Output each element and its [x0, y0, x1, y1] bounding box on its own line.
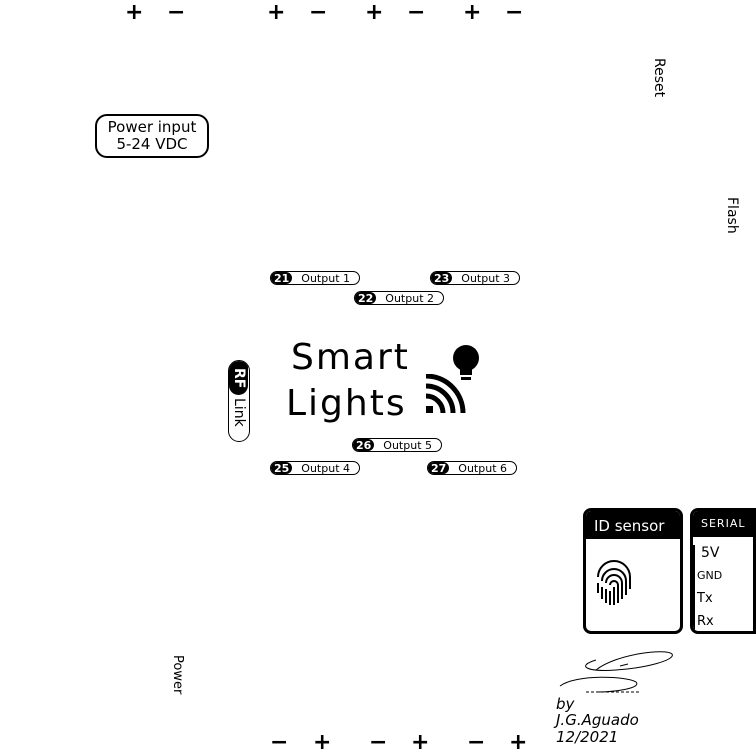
serial-pin-line: [693, 545, 695, 631]
logo-smart: Smart: [291, 337, 410, 378]
credit-date: 12/2021: [556, 728, 619, 746]
terminal-plus: +: [125, 0, 144, 25]
link-label: Link: [231, 398, 247, 427]
output-1-label: Output 1: [301, 272, 351, 285]
fingerprint-icon: [597, 560, 631, 605]
terminal-minus: −: [270, 730, 289, 755]
terminal-plus: +: [509, 730, 528, 755]
output-3-pin: 23: [431, 272, 453, 284]
serial-pin-tx: Tx: [697, 591, 713, 606]
serial-box: SERIAL 5V GND Tx Rx: [690, 508, 756, 634]
rf-link-pill: RF Link: [228, 360, 250, 442]
reset-label: Reset: [651, 58, 667, 98]
output-6-pin: 27: [428, 462, 450, 474]
terminal-plus: +: [365, 0, 384, 25]
output-3-label: Output 3: [461, 272, 511, 285]
power-input-voltage: 5-24 VDC: [116, 135, 188, 153]
serial-pin-5v: 5V: [701, 545, 720, 561]
logo-lights: Lights: [286, 383, 407, 424]
output-2-pill: 22 Output 2: [354, 291, 444, 305]
rf-label: RF: [229, 361, 248, 395]
id-sensor-title: ID sensor: [586, 511, 680, 539]
terminal-plus: +: [411, 730, 430, 755]
id-sensor-box: ID sensor: [583, 508, 683, 634]
output-3-pill: 23 Output 3: [430, 271, 520, 285]
output-1-pill: 21 Output 1: [270, 271, 360, 285]
output-5-label: Output 5: [383, 439, 433, 452]
output-4-label: Output 4: [301, 462, 351, 475]
power-label: Power: [170, 655, 185, 695]
serial-pin-gnd: GND: [697, 569, 723, 582]
credit-author: J.G.Aguado: [556, 711, 639, 729]
terminal-minus: −: [309, 0, 328, 25]
output-6-pill: 27 Output 6: [427, 461, 517, 475]
output-2-pin: 22: [355, 292, 377, 304]
terminal-minus: −: [467, 730, 486, 755]
terminal-minus: −: [167, 0, 186, 25]
output-2-label: Output 2: [385, 292, 435, 305]
serial-title: SERIAL: [693, 511, 753, 537]
output-1-pin: 21: [271, 272, 293, 284]
output-4-pin: 25: [271, 462, 293, 474]
signature-icon: [559, 651, 673, 693]
output-5-pin: 26: [353, 439, 375, 451]
output-4-pill: 25 Output 4: [270, 461, 360, 475]
terminal-minus: −: [407, 0, 426, 25]
terminal-minus: −: [505, 0, 524, 25]
power-input-label-box: Power input 5-24 VDC: [95, 114, 209, 158]
output-6-label: Output 6: [458, 462, 508, 475]
output-5-pill: 26 Output 5: [352, 438, 442, 452]
serial-pin-rx: Rx: [697, 614, 714, 629]
flash-label: Flash: [724, 197, 740, 234]
terminal-plus: +: [463, 0, 482, 25]
terminal-minus: −: [369, 730, 388, 755]
wifi-icon: [425, 374, 466, 414]
terminal-plus: +: [267, 0, 286, 25]
terminal-plus: +: [313, 730, 332, 755]
power-input-title: Power input: [107, 118, 197, 136]
